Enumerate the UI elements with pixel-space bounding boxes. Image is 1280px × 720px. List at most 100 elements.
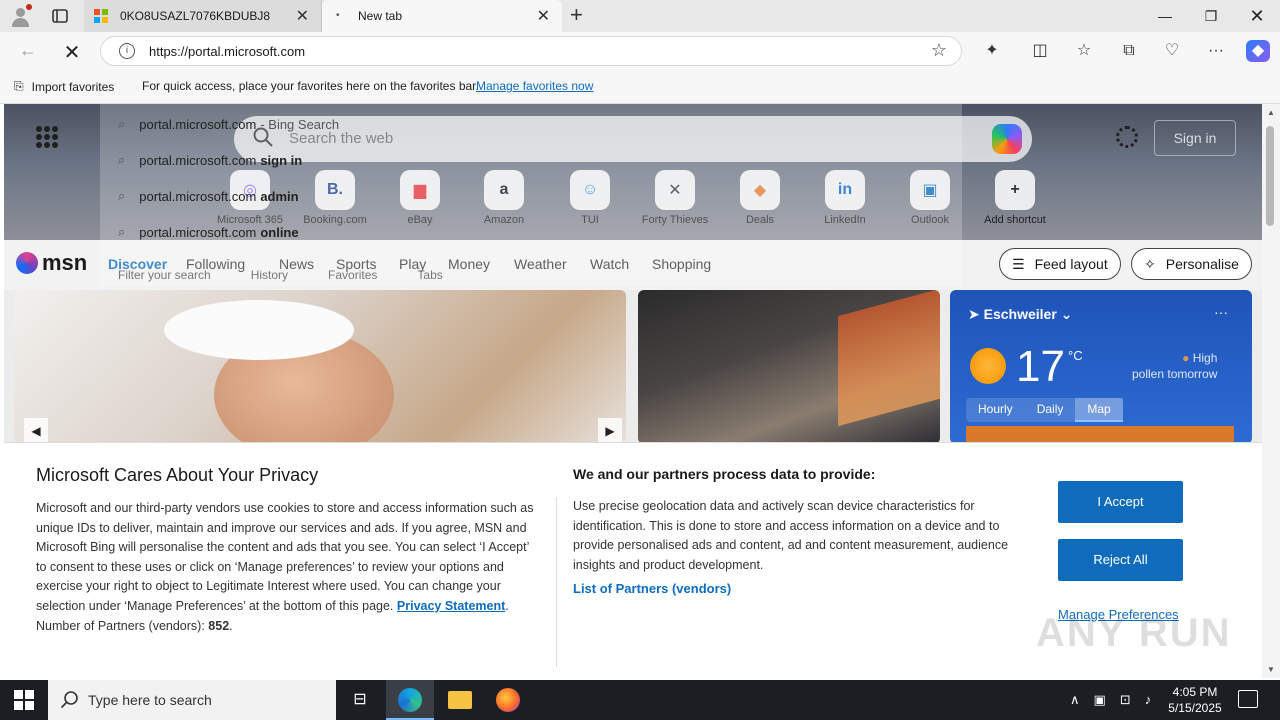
suggestion-row[interactable]: ⌕ portal.microsoft.com sign in xyxy=(118,152,302,168)
network-icon[interactable]: ⊡ xyxy=(1120,692,1131,708)
import-label: Import favorites xyxy=(31,79,115,94)
carousel-prev-icon[interactable]: ◀ xyxy=(24,418,48,444)
msn-logo[interactable]: msn xyxy=(16,250,87,276)
suggestion-row[interactable]: ⌕ portal.microsoft.com online xyxy=(118,224,299,240)
privacy-body: Microsoft and our third-party vendors us… xyxy=(36,501,534,633)
partners-link[interactable]: List of Partners (vendors) xyxy=(573,581,731,596)
firefox-icon[interactable] xyxy=(484,680,532,720)
suggestion-row[interactable]: ⌕ portal.microsoft.com admin xyxy=(118,188,299,204)
filter-input[interactable]: Filter your search xyxy=(118,268,211,282)
edge-taskbar-icon[interactable] xyxy=(386,680,434,720)
pollen-icon: ● xyxy=(1182,351,1190,365)
chevron-up-icon[interactable]: ∧ xyxy=(1070,692,1080,708)
weather-more-icon[interactable]: ··· xyxy=(1214,304,1228,320)
import-icon: ⎘ xyxy=(14,79,24,93)
task-view-icon[interactable]: ⊟ xyxy=(336,680,384,720)
collections-icon[interactable]: ⧉ xyxy=(1117,40,1141,62)
weather-card[interactable]: ➤ Eschweiler ⌄ ··· 17 °C ● High pollen to… xyxy=(950,290,1252,446)
shortcut-icon: + xyxy=(995,170,1035,210)
msn-butterfly-icon xyxy=(16,252,38,274)
shortcut-9[interactable]: + Add shortcut xyxy=(973,170,1057,226)
suggestion-filter-bar: Filter your search History Favorites Tab… xyxy=(118,268,443,282)
system-tray: ∧ ▣ ⊡ ♪ xyxy=(1070,692,1151,708)
partners-count: 852 xyxy=(208,618,230,633)
stop-icon[interactable]: ✕ xyxy=(60,40,84,64)
more-options-icon[interactable]: ··· xyxy=(1204,40,1228,62)
windows-start-icon[interactable] xyxy=(14,690,34,710)
privacy-statement-link[interactable]: Privacy Statement xyxy=(397,599,505,613)
minimize-icon[interactable]: — xyxy=(1142,0,1188,32)
microsoft-logo-icon xyxy=(94,9,108,23)
feed-layout-button[interactable]: ☰ Feed layout xyxy=(999,248,1121,280)
tab-0[interactable]: 0KO8USAZL7076KBDUBJ8 ✕ xyxy=(84,0,322,32)
address-url[interactable]: https://portal.microsoft.com xyxy=(149,44,305,59)
taskbar: Type here to search ⊟ ∧ ▣ ⊡ ♪ 4:05 PM 5/… xyxy=(0,680,1280,720)
apps-launcher-icon[interactable] xyxy=(36,126,58,148)
favorites-bar: ⎘ Import favorites For quick access, pla… xyxy=(0,70,1280,104)
clock[interactable]: 4:05 PM 5/15/2025 xyxy=(1160,684,1230,716)
restore-icon[interactable]: ❐ xyxy=(1188,0,1234,32)
favorites-icon[interactable]: ☆ xyxy=(1072,40,1096,62)
feed-layout-label: Feed layout xyxy=(1034,256,1108,272)
weather-unit: °C xyxy=(1068,348,1083,363)
sign-in-button[interactable]: Sign in xyxy=(1154,120,1236,156)
pollen-info[interactable]: ● High pollen tomorrow xyxy=(1132,350,1217,382)
profile-icon[interactable] xyxy=(8,4,36,28)
suggestion-suffix: online xyxy=(260,224,299,240)
scroll-down-icon: ▼ xyxy=(1267,665,1275,674)
close-tab-icon[interactable]: ✕ xyxy=(537,6,550,26)
sparkle-icon: ✧ xyxy=(1144,255,1156,272)
search-icon: ⌕ xyxy=(118,116,126,131)
accept-button[interactable]: I Accept xyxy=(1058,481,1183,523)
performance-icon[interactable]: ♡ xyxy=(1160,40,1184,62)
site-info-icon[interactable]: i xyxy=(119,43,135,59)
tab-1[interactable]: • New tab ✕ xyxy=(322,0,562,32)
personalise-label: Personalise xyxy=(1165,256,1239,272)
import-favorites-button[interactable]: ⎘ Import favorites xyxy=(14,79,114,94)
notifications-icon[interactable] xyxy=(1238,690,1258,708)
favorite-star-icon[interactable]: ☆ xyxy=(931,40,947,61)
volume-icon[interactable]: ♪ xyxy=(1145,692,1152,708)
tabs-filter[interactable]: Tabs xyxy=(417,268,442,282)
network-device-icon[interactable]: ▣ xyxy=(1094,692,1106,708)
suggestion-suffix: sign in xyxy=(260,152,303,168)
copilot-search-icon[interactable] xyxy=(992,124,1022,154)
close-window-icon[interactable]: ✕ xyxy=(1234,0,1280,32)
card-image xyxy=(838,290,940,427)
favorites-filter[interactable]: Favorites xyxy=(328,268,377,282)
address-bar[interactable]: i https://portal.microsoft.com ☆ xyxy=(100,36,962,66)
taskbar-search[interactable]: Type here to search xyxy=(48,680,336,720)
new-tab-icon[interactable]: + xyxy=(570,4,590,28)
extensions-icon[interactable]: ✦ xyxy=(980,40,1004,62)
carousel-next-icon[interactable]: ▶ xyxy=(598,418,622,444)
scroll-up-icon: ▲ xyxy=(1267,108,1275,117)
search-icon: ⌕ xyxy=(118,152,126,167)
sliders-icon: ☰ xyxy=(1012,255,1025,272)
weather-location[interactable]: ➤ Eschweiler ⌄ xyxy=(968,306,1072,323)
back-icon[interactable]: ← xyxy=(16,40,40,62)
search-icon: ⌕ xyxy=(118,188,126,203)
weather-tab-map[interactable]: Map xyxy=(1075,398,1123,422)
close-tab-icon[interactable]: ✕ xyxy=(296,6,309,26)
manage-favorites-link[interactable]: Manage favorites now xyxy=(476,79,593,93)
page-scrollbar[interactable]: ▲ ▼ xyxy=(1262,104,1280,678)
suggestion-text: portal.microsoft.com xyxy=(139,188,257,204)
scroll-thumb[interactable] xyxy=(1266,126,1274,226)
news-card-spa[interactable]: ◀ ▶ xyxy=(14,290,626,460)
copilot-icon[interactable]: ◆ xyxy=(1246,40,1270,62)
personalise-button[interactable]: ✧ Personalise xyxy=(1131,248,1252,280)
tab-title: 0KO8USAZL7076KBDUBJ8 xyxy=(120,9,271,23)
reject-all-button[interactable]: Reject All xyxy=(1058,539,1183,581)
loading-icon: • xyxy=(336,10,340,21)
suggestion-suffix: admin xyxy=(260,188,299,204)
split-screen-icon[interactable]: ◫ xyxy=(1028,40,1052,62)
history-filter[interactable]: History xyxy=(251,268,288,282)
weather-tab-hourly[interactable]: Hourly xyxy=(966,398,1025,422)
suggestion-suffix: - Bing Search xyxy=(260,116,340,132)
suggestion-row[interactable]: ⌕ portal.microsoft.com - Bing Search xyxy=(118,116,339,132)
file-explorer-icon[interactable] xyxy=(436,680,484,720)
tab-actions-icon[interactable] xyxy=(50,6,70,26)
news-card-laptop[interactable] xyxy=(638,290,940,444)
page-settings-icon[interactable] xyxy=(1116,126,1138,148)
weather-tab-daily[interactable]: Daily xyxy=(1025,398,1076,422)
